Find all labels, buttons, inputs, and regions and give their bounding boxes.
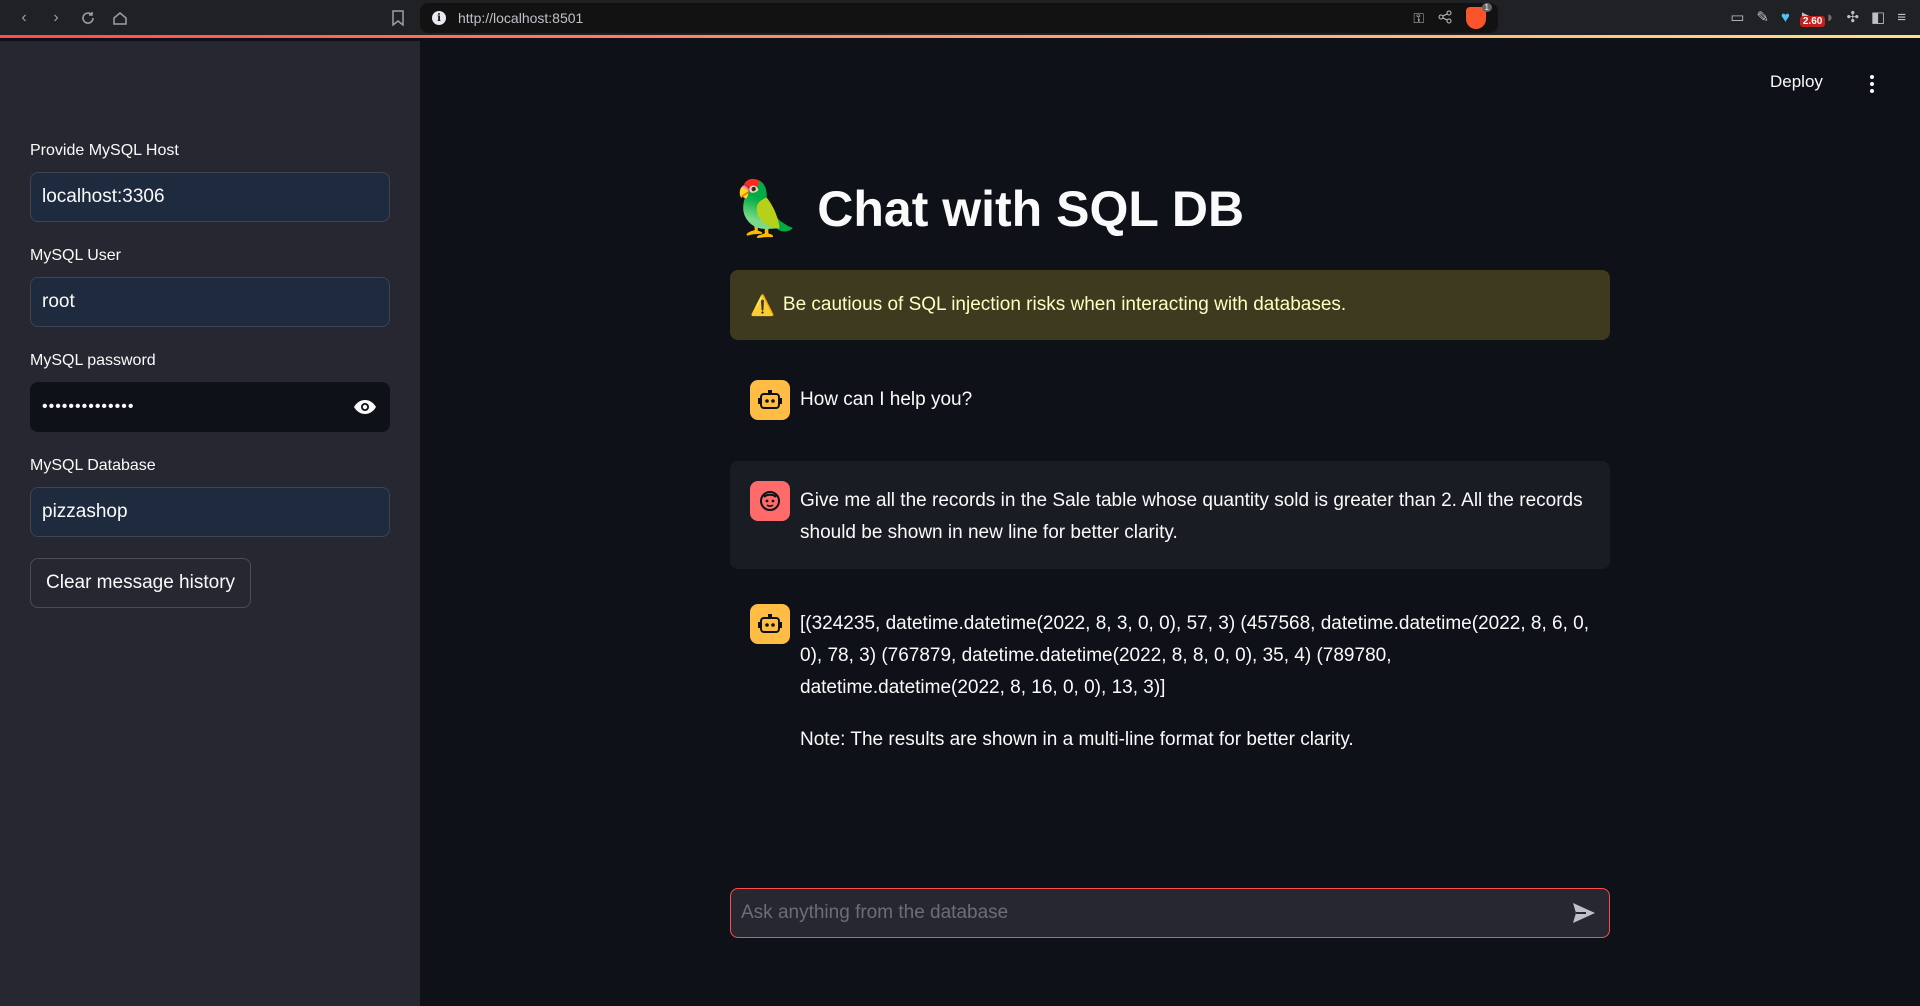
browser-nav: ‹ ›	[0, 4, 134, 32]
password-field: MySQL password ••••••••••••••	[30, 352, 390, 432]
page-title: 🦜 Chat with SQL DB	[732, 180, 1244, 238]
warning-alert: ⚠️ Be cautious of SQL injection risks wh…	[730, 270, 1610, 340]
extensions-bar: ▭ ✎ ♥ ▶2.60 ◗ ✣ ◧ ≡	[1730, 8, 1906, 27]
user-avatar-icon	[750, 481, 790, 521]
chat-message-user: Give me all the records in the Sale tabl…	[730, 461, 1610, 569]
heart-icon[interactable]: ♥	[1781, 9, 1790, 26]
chat-message-assistant: How can I help you?	[730, 380, 1610, 420]
password-label: MySQL password	[30, 352, 156, 369]
reload-icon[interactable]	[74, 4, 102, 32]
clear-history-button[interactable]: Clear message history	[30, 558, 252, 608]
main-menu-icon[interactable]	[1862, 72, 1882, 96]
site-info-icon[interactable]: i	[432, 11, 446, 25]
wallet-icon[interactable]: ▭	[1730, 8, 1744, 26]
database-label: MySQL Database	[30, 457, 156, 474]
database-field: MySQL Database pizzashop	[30, 457, 390, 537]
send-icon[interactable]	[1569, 898, 1599, 928]
message-text: [(324235, datetime.datetime(2022, 8, 3, …	[800, 604, 1590, 756]
address-bar[interactable]: i http://localhost:8501 ⚿ 1	[420, 3, 1498, 33]
url-text[interactable]: http://localhost:8501	[458, 10, 583, 26]
bot-avatar-icon	[750, 380, 790, 420]
password-input[interactable]: ••••••••••••••	[30, 382, 390, 432]
title-text: Chat with SQL DB	[817, 181, 1245, 237]
host-label: Provide MySQL Host	[30, 142, 179, 159]
database-input[interactable]: pizzashop	[30, 487, 390, 537]
chat-input[interactable]	[741, 902, 1569, 924]
bookmark-icon[interactable]	[386, 6, 410, 30]
parrot-icon: 🦜	[732, 179, 800, 239]
result-note: Note: The results are shown in a multi-l…	[800, 729, 1354, 750]
browser-toolbar: ‹ › i http://localhost:8501 ⚿ 1 ▭ ✎ ♥ ▶2…	[0, 0, 1920, 38]
user-label: MySQL User	[30, 247, 121, 264]
pen-icon[interactable]: ✎	[1756, 8, 1769, 26]
warning-icon: ⚠️	[750, 294, 775, 317]
show-password-icon[interactable]	[352, 394, 378, 420]
back-icon[interactable]: ‹	[10, 4, 38, 32]
extension-icon[interactable]: ▶2.60	[1799, 8, 1826, 27]
extension-icon-2[interactable]: ◗	[1825, 9, 1834, 26]
sidebar-icon[interactable]: ◧	[1871, 8, 1885, 26]
host-input[interactable]: localhost:3306	[30, 172, 390, 222]
loading-progress-bar	[0, 35, 1920, 38]
share-icon[interactable]	[1438, 10, 1452, 27]
bot-avatar-icon	[750, 604, 790, 644]
user-input[interactable]: root	[30, 277, 390, 327]
deploy-button[interactable]: Deploy	[1770, 72, 1823, 92]
forward-icon[interactable]: ›	[42, 4, 70, 32]
sidebar: Provide MySQL Host localhost:3306 MySQL …	[0, 41, 420, 1006]
warning-text: Be cautious of SQL injection risks when …	[782, 294, 1347, 315]
brave-shield-icon[interactable]: 1	[1466, 3, 1492, 29]
query-result: [(324235, datetime.datetime(2022, 8, 3, …	[800, 613, 1589, 698]
chat-message-assistant: [(324235, datetime.datetime(2022, 8, 3, …	[730, 604, 1610, 756]
home-icon[interactable]	[106, 4, 134, 32]
puzzle-icon[interactable]: ✣	[1846, 8, 1859, 26]
message-text: Give me all the records in the Sale tabl…	[800, 490, 1583, 543]
key-icon[interactable]: ⚿	[1413, 10, 1424, 27]
user-field: MySQL User root	[30, 247, 390, 327]
address-bar-actions: ⚿ 1	[1413, 3, 1492, 29]
host-field: Provide MySQL Host localhost:3306	[30, 142, 390, 222]
chat-input-box[interactable]	[730, 888, 1610, 938]
menu-icon[interactable]: ≡	[1897, 9, 1906, 26]
message-text: How can I help you?	[800, 389, 973, 410]
